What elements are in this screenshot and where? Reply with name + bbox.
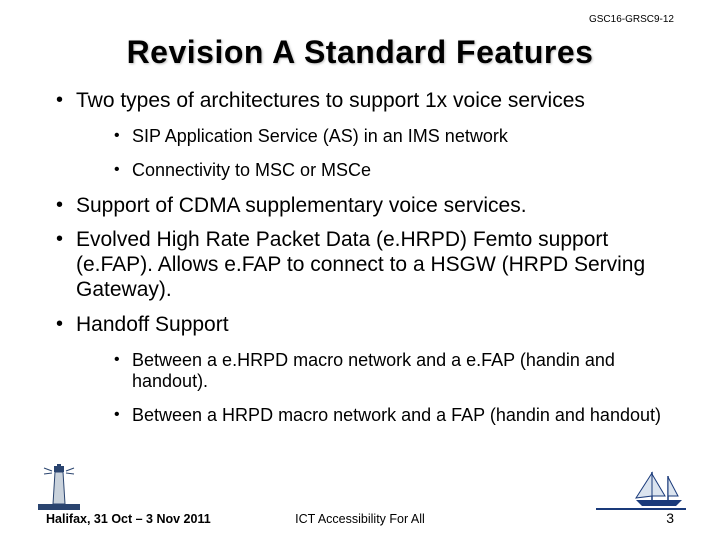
- bullet-text: Support of CDMA supplementary voice serv…: [76, 194, 527, 217]
- sub-text: Connectivity to MSC or MSCe: [132, 160, 371, 180]
- sub-text: SIP Application Service (AS) in an IMS n…: [132, 126, 508, 146]
- bullet-item: Two types of architectures to support 1x…: [56, 89, 668, 182]
- footer-center: ICT Accessibility For All: [0, 512, 720, 526]
- bullet-item: Support of CDMA supplementary voice serv…: [56, 194, 668, 219]
- bullet-list: Two types of architectures to support 1x…: [46, 89, 674, 427]
- sailboat-icon: [632, 470, 686, 508]
- lighthouse-icon: [38, 464, 80, 510]
- slide: GSC16-GRSC9-12 Revision A Standard Featu…: [0, 0, 720, 540]
- bullet-item: Handoff Support Between a e.HRPD macro n…: [56, 313, 668, 428]
- sub-item: SIP Application Service (AS) in an IMS n…: [114, 126, 668, 148]
- slide-title: Revision A Standard Features: [46, 34, 674, 71]
- sub-list: SIP Application Service (AS) in an IMS n…: [76, 126, 668, 182]
- sub-text: Between a e.HRPD macro network and a e.F…: [132, 350, 615, 392]
- bullet-text: Handoff Support: [76, 313, 229, 336]
- bullet-text: Evolved High Rate Packet Data (e.HRPD) F…: [76, 228, 645, 301]
- sub-item: Between a HRPD macro network and a FAP (…: [114, 405, 668, 427]
- bullet-text: Two types of architectures to support 1x…: [76, 89, 585, 112]
- document-number: GSC16-GRSC9-12: [589, 14, 674, 25]
- sub-text: Between a HRPD macro network and a FAP (…: [132, 405, 661, 425]
- sub-item: Connectivity to MSC or MSCe: [114, 160, 668, 182]
- bullet-item: Evolved High Rate Packet Data (e.HRPD) F…: [56, 228, 668, 302]
- page-number: 3: [666, 510, 674, 526]
- sub-list: Between a e.HRPD macro network and a e.F…: [76, 350, 668, 428]
- sub-item: Between a e.HRPD macro network and a e.F…: [114, 350, 668, 394]
